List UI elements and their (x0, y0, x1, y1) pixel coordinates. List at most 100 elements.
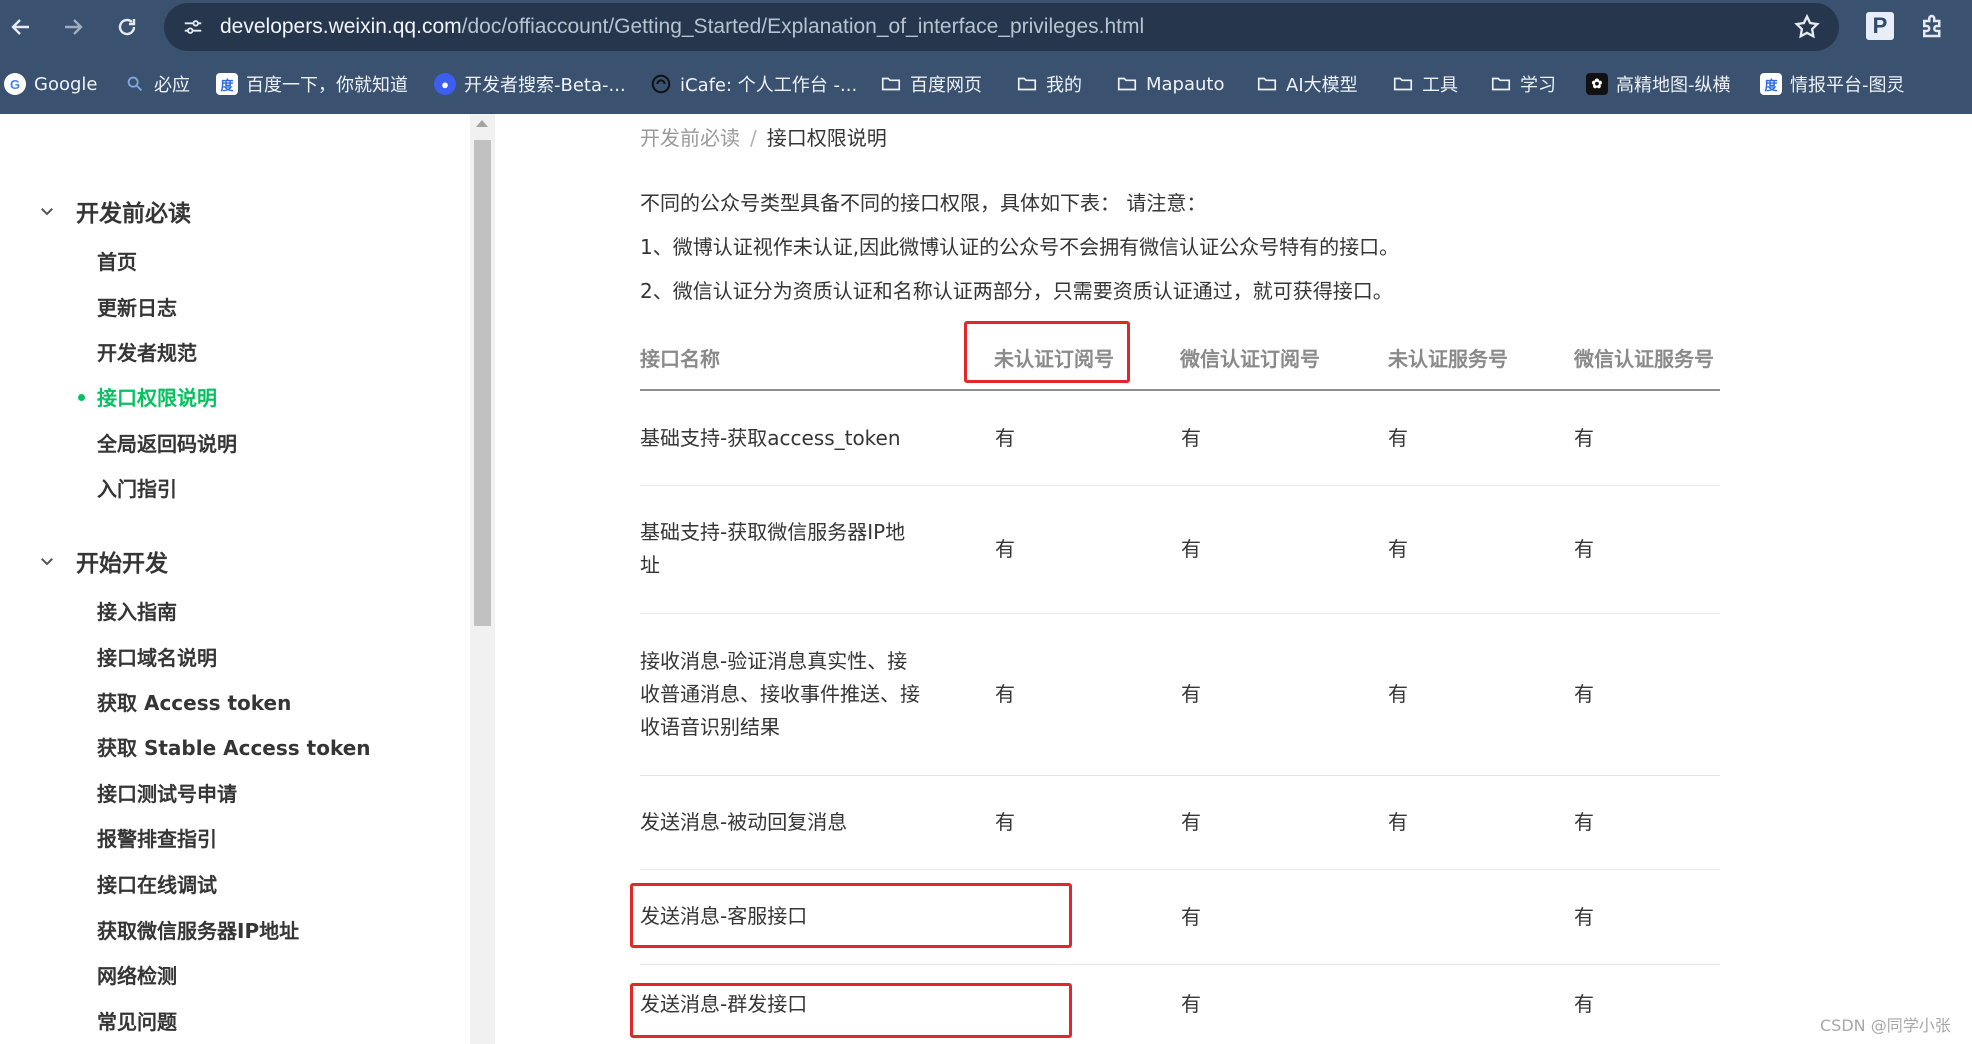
table-row-divider (640, 613, 1720, 614)
sidebar-section-before-dev[interactable]: 开发前必读 (38, 194, 191, 228)
table-cell-privilege: 有 (995, 810, 1015, 834)
bookmark-hd-map[interactable]: ✿ 高精地图-纵横 (1586, 62, 1731, 106)
table-cell-interface-name: 基础支持-获取access_token (640, 422, 940, 455)
sidebar-item-dev-rules[interactable]: 开发者规范 (97, 337, 197, 366)
folder-icon (1016, 73, 1038, 95)
sidebar-item-online-debug[interactable]: 接口在线调试 (97, 869, 217, 898)
bookmark-folder-study[interactable]: 学习 (1490, 62, 1556, 106)
breadcrumb: 开发前必读 / 接口权限说明 (640, 126, 887, 150)
bookmark-baidu[interactable]: 度 百度一下，你就知道 (216, 62, 408, 106)
table-cell-privilege: 有 (1574, 810, 1594, 834)
folder-icon (880, 73, 902, 95)
table-cell-interface-name: 基础支持-获取微信服务器IP地址 (640, 516, 940, 582)
chevron-down-icon (41, 558, 53, 566)
browser-chrome: developers.weixin.qq.com/doc/offiaccount… (0, 0, 1972, 114)
sidebar-item-interface-privileges[interactable]: 接口权限说明 (97, 382, 217, 411)
col-header-verified-subscription: 微信认证订阅号 (1180, 347, 1320, 371)
bookmark-folder-tools[interactable]: 工具 (1392, 62, 1458, 106)
highlight-box-mass-send (630, 983, 1072, 1038)
note-1: 1、微博认证视作未认证,因此微博认证的公众号不会拥有微信认证公众号特有的接口。 (640, 235, 1400, 259)
table-row-divider (640, 964, 1720, 965)
col-header-unverified-service: 未认证服务号 (1388, 347, 1508, 371)
highlight-box-customer-service (630, 883, 1072, 948)
scrollbar-thumb[interactable] (474, 140, 491, 626)
reload-button[interactable] (110, 10, 144, 44)
table-cell-privilege: 有 (1388, 426, 1408, 450)
bookmark-folder-mine[interactable]: 我的 (1016, 62, 1082, 106)
table-cell-interface-name: 接收消息-验证消息真实性、接 收普通消息、接收事件推送、接 收语音识别结果 (640, 645, 940, 744)
name-line: 发送消息-被动回复消息 (640, 809, 848, 834)
name-line: 接收消息-验证消息真实性、接 (640, 648, 908, 673)
bookmark-icafe[interactable]: iCafe: 个人工作台 -... (650, 62, 857, 106)
bookmark-google[interactable]: G Google (4, 62, 97, 106)
sidebar-item-alarm-guide[interactable]: 报警排查指引 (97, 823, 217, 852)
breadcrumb-parent[interactable]: 开发前必读 (640, 126, 740, 150)
sidebar-item-access-guide[interactable]: 接入指南 (97, 596, 177, 625)
sidebar-item-domain-notes[interactable]: 接口域名说明 (97, 642, 217, 671)
folder-icon (1392, 73, 1414, 95)
address-bar[interactable]: developers.weixin.qq.com/doc/offiaccount… (164, 3, 1839, 51)
extension-p-icon[interactable]: P (1866, 12, 1894, 40)
folder-icon (1116, 73, 1138, 95)
highlight-box-unverified-subscription (964, 321, 1130, 383)
folder-icon (1256, 73, 1278, 95)
scroll-up-arrow-icon[interactable] (476, 120, 488, 127)
sidebar-item-getting-started[interactable]: 入门指引 (97, 473, 177, 502)
doc-sidebar: 开发前必读 首页 更新日志 开发者规范 接口权限说明 全局返回码说明 入门指引 … (0, 114, 470, 1044)
extensions-puzzle-icon[interactable] (1918, 11, 1948, 41)
arrow-right-icon (65, 19, 83, 35)
sidebar-item-global-return-codes[interactable]: 全局返回码说明 (97, 428, 237, 457)
bookmark-bing[interactable]: 必应 (124, 62, 190, 106)
bookmark-intel-platform[interactable]: 度 情报平台-图灵 (1760, 62, 1905, 106)
arrow-left-icon (11, 19, 29, 35)
table-cell-privilege: 有 (1388, 537, 1408, 561)
back-button[interactable] (4, 10, 38, 44)
sidebar-item-get-access-token[interactable]: 获取 Access token (97, 687, 291, 716)
active-indicator-dot (78, 394, 85, 401)
forward-button[interactable] (56, 10, 90, 44)
table-cell-privilege: 有 (1181, 682, 1201, 706)
bookmark-dev-search[interactable]: ● 开发者搜索-Beta-... (434, 62, 626, 106)
intro-paragraph: 不同的公众号类型具备不同的接口权限，具体如下表： 请注意： (640, 191, 1207, 215)
sidebar-item-faq[interactable]: 常见问题 (97, 1006, 177, 1035)
sidebar-item-test-account[interactable]: 接口测试号申请 (97, 778, 237, 807)
table-cell-privilege: 有 (1388, 682, 1408, 706)
note-2: 2、微信认证分为资质认证和名称认证两部分，只需要资质认证通过，就可获得接口。 (640, 279, 1393, 303)
bookmark-folder-ai-models[interactable]: AI大模型 (1256, 62, 1358, 106)
sidebar-item-network-check[interactable]: 网络检测 (97, 960, 177, 989)
sidebar-item-home[interactable]: 首页 (97, 246, 137, 275)
site-info-icon[interactable] (178, 12, 208, 42)
watermark: CSDN @同学小张 (1820, 1016, 1951, 1035)
table-row-divider (640, 485, 1720, 486)
table-cell-privilege: 有 (1574, 426, 1594, 450)
table-cell-privilege: 有 (1574, 682, 1594, 706)
table-row-divider (640, 775, 1720, 776)
col-header-interface-name: 接口名称 (640, 347, 720, 371)
google-icon: G (4, 73, 26, 95)
table-cell-privilege: 有 (995, 682, 1015, 706)
name-line: 收语音识别结果 (640, 714, 780, 739)
table-cell-privilege: 有 (1181, 992, 1201, 1016)
sidebar-item-changelog[interactable]: 更新日志 (97, 292, 177, 321)
bookmark-folder-mapauto[interactable]: Mapauto (1116, 62, 1225, 106)
name-line: 基础支持-获取微信服务器IP地 (640, 520, 906, 544)
sidebar-section-start-dev[interactable]: 开始开发 (38, 544, 168, 578)
table-cell-privilege: 有 (1574, 537, 1594, 561)
folder-icon (1490, 73, 1512, 95)
table-cell-privilege: 有 (1388, 810, 1408, 834)
sidebar-scrollbar[interactable] (470, 114, 495, 1044)
table-cell-privilege: 有 (1574, 992, 1594, 1016)
paw-icon: ✿ (1586, 73, 1608, 95)
bookmark-star-icon[interactable] (1793, 13, 1821, 41)
table-cell-privilege: 有 (1574, 904, 1594, 929)
bookmarks-bar: G Google 必应 度 百度一下，你就知道 ● 开发者搜索-Beta-...… (0, 62, 1972, 106)
url-text[interactable]: developers.weixin.qq.com/doc/offiaccount… (220, 3, 1144, 51)
bing-icon (124, 73, 146, 95)
sidebar-item-get-stable-access-token[interactable]: 获取 Stable Access token (97, 732, 371, 761)
sidebar-item-get-server-ip[interactable]: 获取微信服务器IP地址 (97, 915, 299, 944)
bookmark-folder-baidu-web[interactable]: 百度网页 (880, 62, 982, 106)
name-line: 收普通消息、接收事件推送、接 (640, 681, 920, 706)
table-cell-privilege: 有 (1181, 537, 1201, 561)
table-cell-privilege: 有 (995, 537, 1015, 561)
chevron-down-icon (41, 208, 53, 216)
